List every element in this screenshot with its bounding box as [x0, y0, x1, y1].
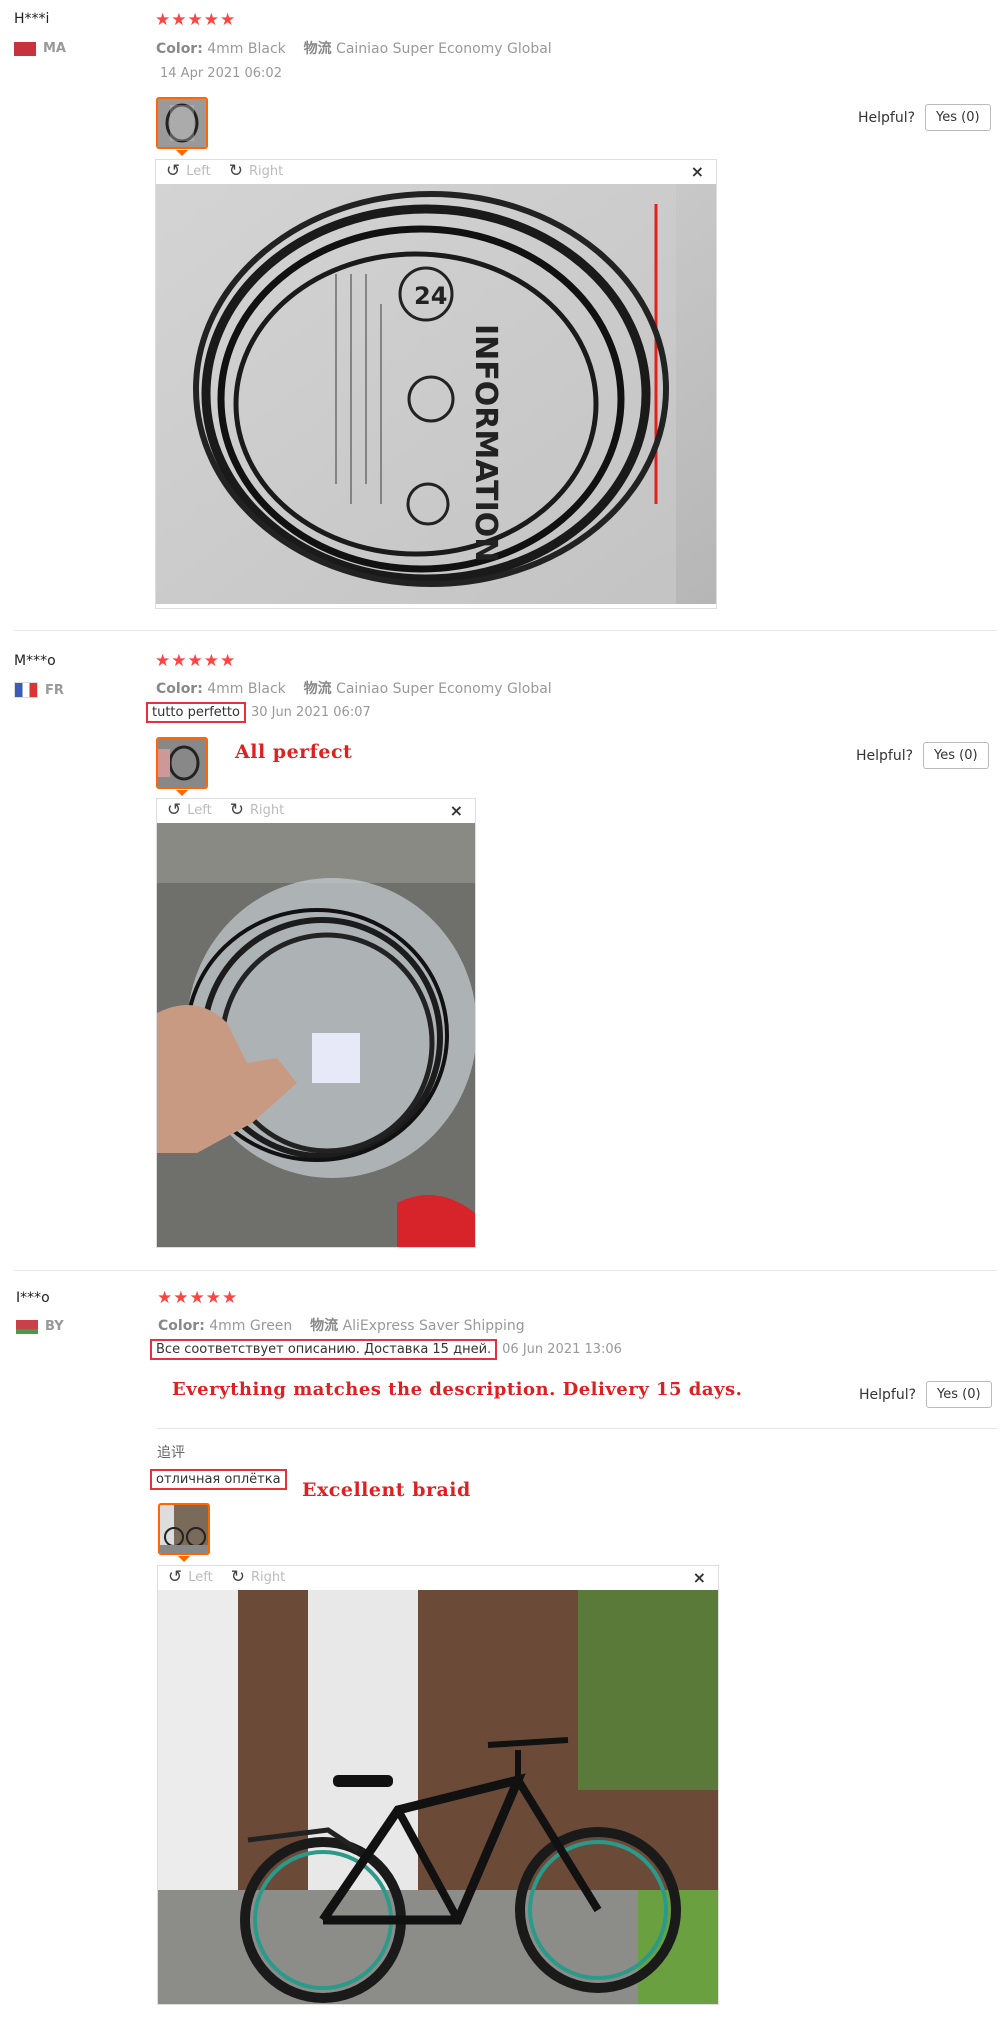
close-viewer-button[interactable]: × [693, 1568, 706, 1587]
country-code: BY [45, 1319, 64, 1334]
order-info: Color: 4mm Green 物流 AliExpress Saver Shi… [158, 1318, 525, 1334]
thumbnail-pointer [178, 1556, 190, 1562]
append-divider [157, 1428, 997, 1429]
viewer-toolbar: ↺ Left ↻ Right × [158, 1566, 718, 1588]
review-feedback: tutto perfetto 30 Jun 2021 06:07 [146, 702, 371, 723]
helpful-label: Helpful? [859, 1386, 917, 1403]
thumbnail-image [158, 99, 206, 147]
reviewer-name: M***o [14, 653, 56, 669]
feedback-text: Все соответствует описанию. Доставка 15 … [150, 1339, 498, 1360]
rotate-right-icon: ↻ [228, 161, 243, 181]
feedback-text: tutto perfetto [146, 702, 246, 723]
review-divider [14, 1270, 997, 1271]
rotate-left-button[interactable]: ↺ Left [167, 800, 212, 820]
reviewer-country: BY [16, 1319, 64, 1334]
review-thumbnail[interactable] [156, 737, 208, 789]
helpful-yes-button[interactable]: Yes (0) [925, 104, 991, 131]
viewer-toolbar: ↺ Left ↻ Right × [156, 160, 716, 182]
flag-icon [16, 1319, 38, 1334]
rotate-left-icon: ↺ [166, 161, 181, 181]
append-translation-annotation: Excellent braid [302, 1479, 471, 1501]
rotate-left-button[interactable]: ↺ Left [168, 1567, 213, 1587]
image-viewer: ↺ Left ↻ Right × INFORMATION 24 [155, 159, 717, 609]
append-feedback-text: отличная оплётка [150, 1469, 287, 1490]
append-feedback: отличная оплётка [150, 1469, 287, 1490]
review-2: M***o FR ★★★★★ Color: 4mm Black 物流 Caini… [0, 638, 1001, 1268]
review-3: I***o BY ★★★★★ Color: 4mm Green 物流 AliEx… [0, 1276, 1001, 2020]
rotate-right-icon: ↻ [230, 1567, 245, 1587]
review-thumbnail[interactable] [156, 97, 208, 149]
helpful-widget: Helpful? Yes (0) [856, 742, 989, 769]
rotate-left-button[interactable]: ↺ Left [166, 161, 211, 181]
rotate-right-button[interactable]: ↻ Right [231, 1567, 285, 1587]
thumbnail-image [158, 739, 206, 787]
review-photo [157, 823, 475, 1247]
helpful-widget: Helpful? Yes (0) [859, 1381, 992, 1408]
helpful-label: Helpful? [856, 747, 914, 764]
reviewer-country: FR [14, 682, 64, 698]
flag-icon [14, 41, 36, 56]
country-code: MA [43, 41, 66, 56]
review-date: 30 Jun 2021 06:07 [250, 705, 371, 720]
rotate-left-icon: ↺ [168, 1567, 183, 1587]
rotate-right-button[interactable]: ↻ Right [230, 800, 284, 820]
reviewer-name: I***o [16, 1290, 50, 1306]
star-rating: ★★★★★ [157, 1288, 239, 1308]
review-photo [158, 1590, 718, 2004]
thumbnail-pointer [176, 150, 188, 156]
bag-print-text: INFORMATION [468, 324, 503, 562]
star-rating: ★★★★★ [155, 651, 237, 671]
image-viewer: ↺ Left ↻ Right × [157, 1565, 719, 2005]
review-1: H***i MA ★★★★★ Color: 4mm Black 物流 Caini… [0, 0, 1001, 630]
viewer-toolbar: ↺ Left ↻ Right × [157, 799, 475, 821]
star-rating: ★★★★★ [155, 10, 237, 30]
order-info: Color: 4mm Black 物流 Cainiao Super Econom… [156, 41, 552, 57]
helpful-widget: Helpful? Yes (0) [858, 104, 991, 131]
rotate-right-icon: ↻ [229, 800, 244, 820]
thumbnail-image [160, 1505, 208, 1553]
flag-icon [14, 682, 38, 698]
order-info: Color: 4mm Black 物流 Cainiao Super Econom… [156, 681, 552, 697]
helpful-yes-button[interactable]: Yes (0) [926, 1381, 992, 1408]
thumbnail-pointer [176, 790, 188, 796]
reviewer-country: MA [14, 41, 66, 56]
close-viewer-button[interactable]: × [450, 801, 463, 820]
image-viewer: ↺ Left ↻ Right × [156, 798, 476, 1248]
rotate-right-button[interactable]: ↻ Right [229, 161, 283, 181]
translation-annotation: All perfect [235, 741, 353, 763]
append-review-label: 追评 [157, 1445, 185, 1461]
helpful-yes-button[interactable]: Yes (0) [923, 742, 989, 769]
review-date: 06 Jun 2021 13:06 [502, 1342, 622, 1357]
close-viewer-button[interactable]: × [691, 162, 704, 181]
review-thumbnail[interactable] [158, 1503, 210, 1555]
rotate-left-icon: ↺ [167, 800, 182, 820]
review-date: 14 Apr 2021 06:02 [160, 66, 282, 81]
translation-annotation: Everything matches the description. Deli… [172, 1379, 743, 1400]
bag-hours-text: 24 [414, 282, 447, 310]
country-code: FR [45, 682, 64, 698]
review-photo: INFORMATION 24 [156, 184, 716, 604]
helpful-label: Helpful? [858, 109, 916, 126]
review-feedback: Все соответствует описанию. Доставка 15 … [150, 1339, 622, 1360]
review-divider [14, 630, 997, 631]
reviewer-name: H***i [14, 11, 50, 27]
